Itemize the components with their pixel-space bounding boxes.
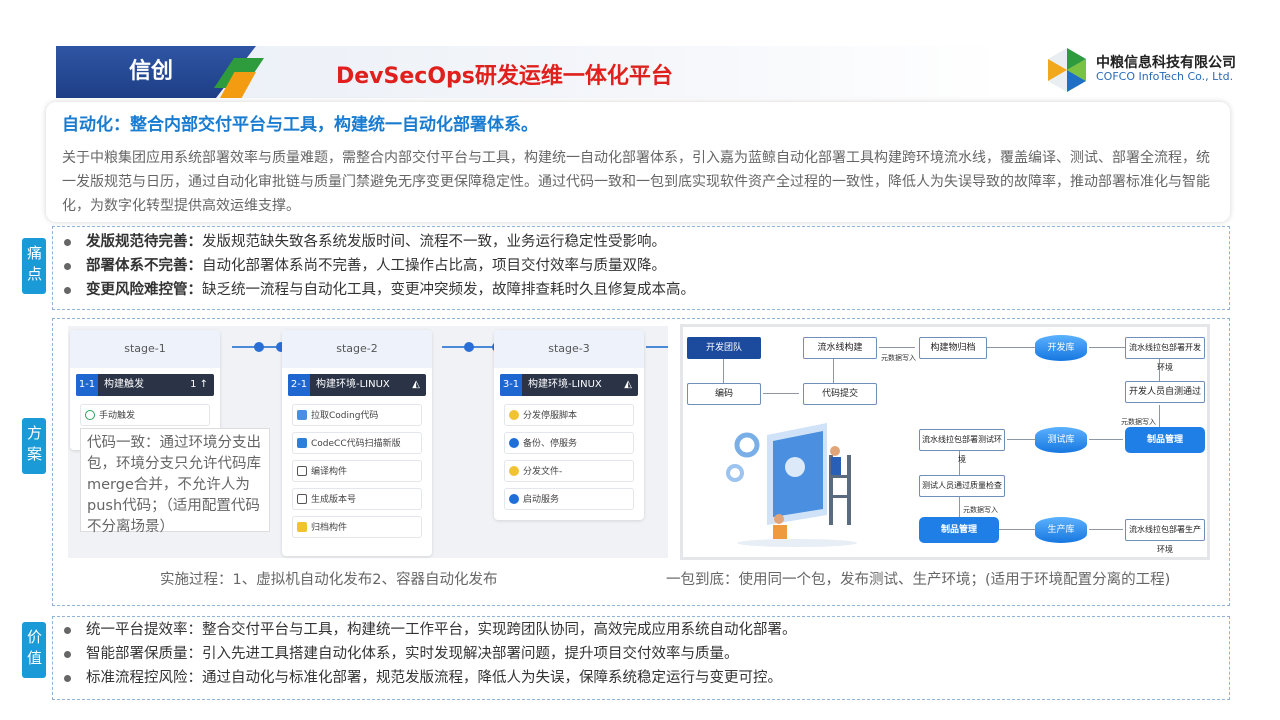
flow-dev-team: 开发团队 — [687, 337, 761, 359]
value-item: 标准流程控风险：通过自动化与标准化部署，规范发版流程，降低人为失误，保障系统稳定… — [60, 666, 797, 690]
prod-repo-db-icon: 生产库 — [1035, 517, 1087, 543]
value-list: 统一平台提效率：整合交付平台与工具，构建统一工作平台，实现跨团队协同，高效完成应… — [60, 618, 797, 690]
stage-card-2[interactable]: stage-2 2-1 构建环境-LINUX ◭ 拉取Coding代码 CodeCC… — [282, 330, 432, 556]
header-tag: 信创 — [128, 59, 173, 84]
flow-product-mgmt: 制品管理 — [919, 517, 999, 543]
flow-pull-test: 流水线拉包部署测试环境 — [919, 429, 1005, 464]
connector-node-icon — [254, 342, 264, 352]
value-item: 智能部署保质量：引入先进工具搭建自动化体系，实时发现解决部署问题，提升项目交付效… — [60, 642, 797, 666]
company-name-en: COFCO InfoTech Co., Ltd. — [1096, 70, 1234, 83]
caption-left: 实施过程：1、虚拟机自动化发布2、容器自动化发布 — [160, 572, 498, 588]
intro-title: 自动化：整合内部交付平台与工具，构建统一自动化部署体系。 — [62, 115, 538, 135]
code-consistency-callout: 代码一致：通过环境分支出包，环境分支只允许代码库merge合并，不允许人为pus… — [80, 428, 270, 535]
pain-label: 痛点 — [22, 238, 46, 294]
flow-line — [1007, 439, 1035, 440]
flow-line — [999, 529, 1035, 530]
pain-item: 变更风险难控管：缺乏统一流程与自动化工具，变更冲突频发，故障排查耗时久且修复成本… — [60, 278, 695, 302]
task-item[interactable]: CodeCC代码扫描新版 — [292, 432, 422, 454]
intro-text: 关于中粮集团应用系统部署效率与质量难题，需整合内部交付平台与工具，构建统一自动化… — [62, 150, 1210, 214]
job-header[interactable]: 1-1 构建触发 1 ↑ — [76, 374, 214, 396]
flow-line — [763, 393, 799, 394]
stage-card-3[interactable]: stage-3 3-1 构建环境-LINUX ◭ 分发停服脚本 备份、停服务 分发文… — [494, 330, 644, 520]
pain-list: 发版规范待完善：发版规范缺失致各系统发版时间、流程不一致，业务运行稳定性受影响。… — [60, 230, 695, 302]
flow-tester-check: 测试人员通过质量检查 — [919, 475, 1005, 497]
stage-title: stage-2 — [282, 330, 432, 368]
flow-coding: 编码 — [687, 383, 761, 405]
flow-line — [987, 347, 1035, 348]
flow-line — [879, 347, 915, 348]
task-item[interactable]: 手动触发 — [80, 404, 210, 426]
flow-pull-prod: 流水线拉包部署生产环境 — [1125, 519, 1205, 554]
stage-title: stage-3 — [494, 330, 644, 368]
flow-code-commit: 代码提交 — [803, 383, 877, 405]
flow-line — [1089, 347, 1125, 348]
test-repo-db-icon: 测试库 — [1035, 427, 1087, 453]
task-item[interactable]: 生成版本号 — [292, 488, 422, 510]
connector-node-icon — [464, 342, 474, 352]
dev-repo-db-icon: 开发库 — [1035, 335, 1087, 361]
task-item[interactable]: 启动服务 — [504, 488, 634, 510]
flow-dev-self-test: 开发人员自测通过 — [1125, 381, 1205, 403]
flow-artifact-archive: 构建物归档 — [919, 337, 987, 359]
task-item[interactable]: 编译构件 — [292, 460, 422, 482]
flow-line — [959, 497, 960, 517]
flow-pipeline-build: 流水线构建 — [803, 337, 877, 359]
task-item[interactable]: 归档构件 — [292, 516, 422, 538]
flow-line — [1159, 405, 1160, 427]
job-header[interactable]: 2-1 构建环境-LINUX ◭ — [288, 374, 426, 396]
task-item[interactable]: 分发停服脚本 — [504, 404, 634, 426]
flow-metadata-label: 元数据写入 — [1121, 418, 1156, 426]
flow-line — [833, 359, 834, 383]
job-header[interactable]: 3-1 构建环境-LINUX ◭ — [500, 374, 638, 396]
company-name-cn: 中粮信息科技有限公司 — [1096, 55, 1236, 71]
flow-line — [723, 359, 724, 383]
flow-pull-dev: 流水线拉包部署开发环境 — [1125, 337, 1205, 372]
stage-title: stage-1 — [70, 330, 220, 368]
flow-metadata-label: 元数据写入 — [881, 354, 916, 362]
value-item: 统一平台提效率：整合交付平台与工具，构建统一工作平台，实现跨团队协同，高效完成应… — [60, 618, 797, 642]
flow-product-mgmt: 制品管理 — [1125, 427, 1205, 453]
one-package-flow-diagram: 开发团队 编码 流水线构建 代码提交 元数据写入 构建物归档 开发库 流水线拉包… — [680, 324, 1210, 560]
pain-item: 部署体系不完善：自动化部署体系尚不完善，人工操作占比高，项目交付效率与质量双降。 — [60, 254, 695, 278]
company-logo-icon — [1046, 46, 1088, 94]
caption-right: 一包到底：使用同一个包，发布测试、生产环境；(适用于环境配置分离的工程) — [666, 572, 1171, 588]
task-item[interactable]: 分发文件- — [504, 460, 634, 482]
task-item[interactable]: 拉取Coding代码 — [292, 404, 422, 426]
dev-illustration-icon — [707, 415, 877, 549]
flow-line — [1089, 439, 1123, 440]
pain-item: 发版规范待完善：发版规范缺失致各系统发版时间、流程不一致，业务运行稳定性受影响。 — [60, 230, 695, 254]
flow-line — [1089, 529, 1123, 530]
page-title: DevSecOps研发运维一体化平台 — [336, 64, 673, 89]
value-label: 价值 — [22, 622, 46, 678]
stage-connector — [646, 346, 668, 348]
flow-metadata-label: 元数据写入 — [963, 506, 998, 514]
task-item[interactable]: 备份、停服务 — [504, 432, 634, 454]
solution-label: 方案 — [22, 418, 46, 474]
